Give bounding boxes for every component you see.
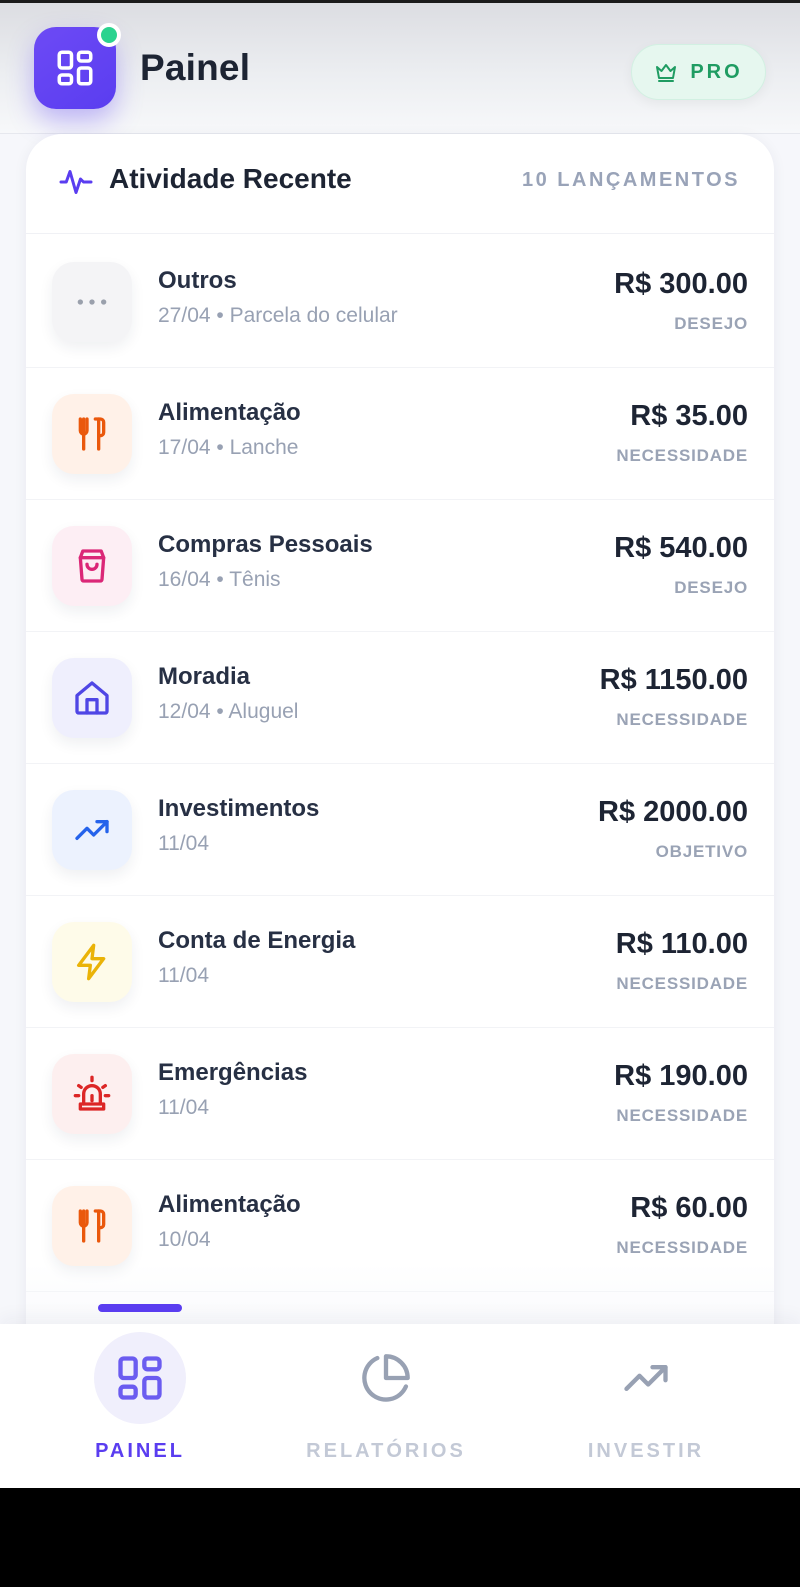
transaction-row[interactable]: Outros 27/04 • Parcela do celular R$ 300.0… (26, 234, 774, 368)
online-status-dot (97, 23, 121, 47)
category-icon-box (52, 526, 132, 606)
trending-up-icon (624, 1365, 668, 1391)
nav-label-investir: INVESTIR (587, 1440, 705, 1462)
transaction-category: Outros (158, 267, 237, 294)
bottom-navigation: PAINEL RELATÓRIOS INVESTIR (0, 1304, 800, 1488)
transaction-row[interactable]: Emergências 11/04 R$ 190.00 NECESSIDADE (26, 1026, 774, 1160)
transaction-amount: R$ 1150.00 (599, 664, 748, 696)
transaction-category: Alimentação (158, 1191, 301, 1218)
page-title: Painel (140, 47, 251, 88)
nav-item-painel[interactable]: PAINEL (30, 1330, 250, 1480)
transaction-meta: 16/04 • Tênis (158, 568, 281, 591)
app-screen: Painel PRO Atividade Recente 10 LANÇAMEN… (0, 0, 800, 1488)
transaction-amount: R$ 60.00 (630, 1192, 748, 1224)
card-header: Atividade Recente 10 LANÇAMENTOS (26, 134, 774, 234)
more-dots-icon (77, 299, 107, 305)
nav-icon-background (340, 1332, 432, 1424)
shopping-bag-icon (78, 549, 106, 583)
utensils-icon (78, 1209, 106, 1243)
entry-count-label: 10 LANÇAMENTOS (522, 169, 740, 191)
nav-label-relatorios: RELATÓRIOS (306, 1440, 466, 1462)
nav-item-relatorios[interactable]: RELATÓRIOS (276, 1330, 496, 1480)
transaction-row[interactable]: Investimentos 11/04 R$ 2000.00 OBJETIVO (26, 762, 774, 896)
home-icon (75, 681, 109, 715)
transaction-category: Investimentos (158, 795, 320, 822)
transaction-amount: R$ 35.00 (630, 400, 748, 432)
transaction-meta: 10/04 (158, 1228, 211, 1251)
transaction-type-tag: DESEJO (674, 578, 748, 597)
transaction-category: Emergências (158, 1059, 308, 1086)
category-icon-box (52, 1186, 132, 1266)
crown-icon (656, 64, 677, 82)
transaction-row[interactable]: Compras Pessoais 16/04 • Tênis R$ 540.00 DE… (26, 498, 774, 632)
transaction-type-tag: DESEJO (674, 314, 748, 333)
transaction-category: Conta de Energia (158, 927, 356, 954)
transaction-row[interactable]: Alimentação 17/04 • Lanche R$ 35.00 NECESSI… (26, 366, 774, 500)
transaction-meta: 27/04 • Parcela do celular (158, 304, 398, 327)
active-tab-indicator (98, 1304, 182, 1312)
pie-chart-icon (362, 1354, 410, 1402)
transaction-meta: 11/04 (158, 1096, 209, 1119)
app-header: Painel PRO (0, 3, 800, 134)
transaction-type-tag: NECESSIDADE (616, 446, 748, 465)
category-icon-box (52, 1054, 132, 1134)
nav-icon-background (94, 1332, 186, 1424)
transaction-row[interactable]: Conta de Energia 11/04 R$ 110.00 NECESSIDAD… (26, 894, 774, 1028)
nav-icon-background (600, 1332, 692, 1424)
transaction-category: Alimentação (158, 399, 301, 426)
card-title: Atividade Recente (109, 163, 352, 194)
category-icon-box (52, 394, 132, 474)
pro-badge[interactable]: PRO (631, 44, 766, 100)
transaction-type-tag: NECESSIDADE (616, 974, 748, 993)
dashboard-grid-icon (118, 1356, 162, 1400)
recent-activity-card: Atividade Recente 10 LANÇAMENTOS Outros 2… (26, 134, 774, 1334)
transaction-row[interactable]: Moradia 12/04 • Aluguel R$ 1150.00 NECESSID… (26, 630, 774, 764)
transaction-type-tag: NECESSIDADE (616, 1106, 748, 1125)
transaction-meta: 12/04 • Aluguel (158, 700, 299, 723)
transaction-type-tag: OBJETIVO (655, 842, 748, 861)
transaction-amount: R$ 110.00 (615, 928, 748, 960)
nav-item-investir[interactable]: INVESTIR (536, 1330, 756, 1480)
transaction-type-tag: NECESSIDADE (616, 710, 748, 729)
transaction-meta: 17/04 • Lanche (158, 436, 299, 459)
pro-badge-label: PRO (690, 60, 743, 83)
transaction-amount: R$ 540.00 (614, 532, 748, 564)
category-icon-box (52, 262, 132, 342)
transaction-meta: 11/04 (158, 964, 209, 987)
category-icon-box (52, 658, 132, 738)
activity-icon (59, 170, 93, 194)
transaction-meta: 11/04 (158, 832, 209, 855)
transaction-amount: R$ 190.00 (614, 1060, 748, 1092)
utensils-icon (78, 417, 106, 451)
dashboard-grid-icon (57, 50, 93, 86)
trending-up-icon (75, 820, 109, 840)
siren-icon (73, 1075, 111, 1111)
lightning-icon (77, 943, 106, 981)
transaction-amount: R$ 2000.00 (598, 796, 748, 828)
transaction-category: Moradia (158, 663, 251, 690)
nav-label-painel: PAINEL (95, 1440, 185, 1462)
transaction-type-tag: NECESSIDADE (616, 1238, 748, 1257)
category-icon-box (52, 922, 132, 1002)
category-icon-box (52, 790, 132, 870)
transaction-amount: R$ 300.00 (614, 268, 748, 300)
transaction-category: Compras Pessoais (158, 531, 373, 558)
